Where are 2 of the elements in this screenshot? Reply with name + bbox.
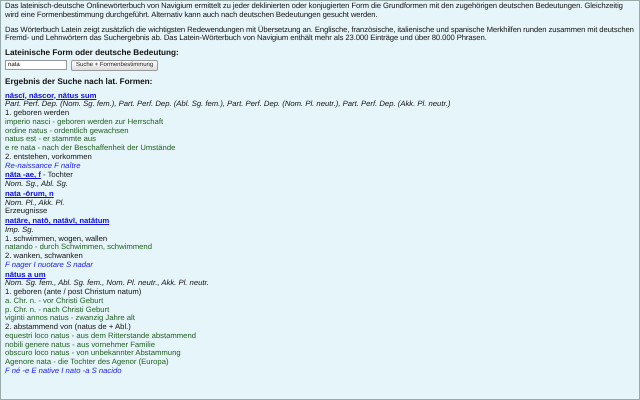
- results-heading: Ergebnis der Suche nach lat. Formen:: [5, 78, 154, 86]
- search-label: Lateinische Form oder deutsche Bedeutung:: [5, 49, 180, 58]
